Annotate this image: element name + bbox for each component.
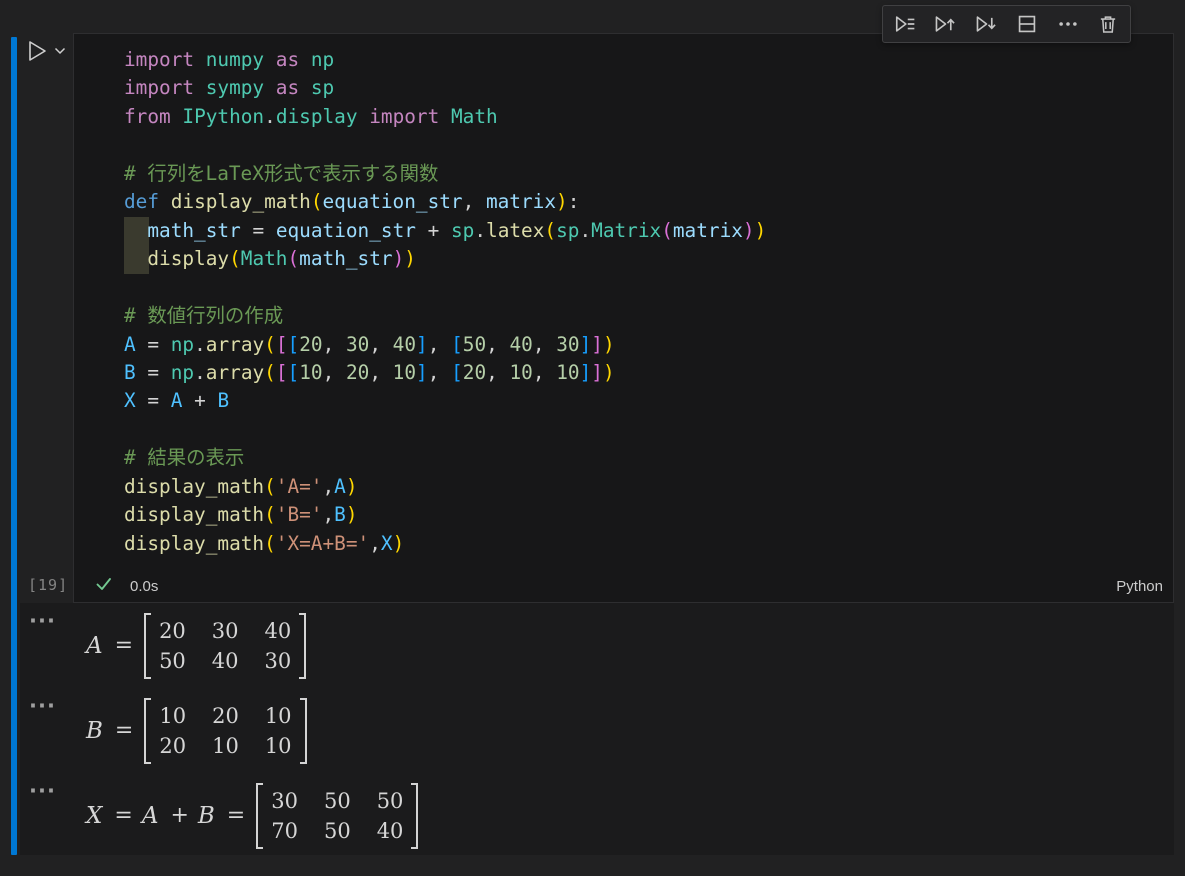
split-cell-button[interactable] — [1011, 9, 1043, 39]
matrix-cell: 50 — [324, 816, 351, 846]
matrix-cell: 40 — [265, 616, 292, 646]
status-left: 0.0s — [95, 576, 158, 597]
output-collapse-button[interactable]: ··· — [29, 696, 56, 716]
execution-count: [19] — [28, 576, 68, 594]
run-by-line-button[interactable] — [889, 9, 921, 39]
matrix-values: 203040504030 — [151, 613, 299, 679]
latex-equation: A=203040504030 — [86, 613, 306, 679]
math-variable: B — [198, 803, 215, 829]
cell-toolbar — [882, 5, 1131, 43]
play-icon — [26, 39, 48, 63]
cell-output: ···X=A+B=305050705040 — [20, 779, 1174, 852]
math-operator: = — [115, 633, 133, 658]
math-operator: = — [114, 803, 132, 828]
more-actions-icon — [1057, 13, 1079, 35]
matrix-cell: 50 — [324, 786, 351, 816]
cell-status-bar: 0.0s Python — [74, 571, 1173, 602]
matrix-cell: 10 — [212, 731, 239, 761]
run-below-icon — [975, 13, 997, 35]
matrix-cell: 40 — [377, 816, 404, 846]
matrix-cell: 10 — [265, 701, 292, 731]
run-above-icon — [934, 13, 956, 35]
code-line: display(Math(math_str)) — [124, 245, 1169, 273]
matrix-cell: 40 — [212, 646, 239, 676]
code-line: display_math('X=A+B=',X) — [124, 530, 1169, 558]
code-line — [124, 131, 1169, 159]
chevron-down-icon[interactable] — [54, 47, 66, 55]
latex-equation: X=A+B=305050705040 — [86, 783, 418, 849]
matrix-cell: 20 — [159, 616, 186, 646]
code-line: from IPython.display import Math — [124, 103, 1169, 131]
matrix-right-bracket — [300, 698, 307, 764]
execute-cell-button[interactable] — [26, 39, 66, 63]
matrix-cell: 50 — [159, 646, 186, 676]
code-line: # 行列をLaTeX形式で表示する関数 — [124, 160, 1169, 188]
notebook-page: import numpy as npimport sympy as spfrom… — [0, 0, 1185, 876]
math-variable: X — [86, 803, 102, 829]
matrix-left-bracket — [144, 698, 151, 764]
matrix-cell: 30 — [265, 646, 292, 676]
cell-output: ···A=203040504030 — [20, 609, 1174, 682]
matrix-cell: 20 — [212, 701, 239, 731]
matrix-cell: 30 — [212, 616, 239, 646]
success-check-icon — [95, 576, 112, 597]
run-above-button[interactable] — [930, 9, 962, 39]
math-operator: + — [170, 803, 188, 828]
matrix: 102010201010 — [144, 698, 306, 764]
code-line: # 数値行列の作成 — [124, 302, 1169, 330]
run-by-line-icon — [894, 13, 916, 35]
matrix-cell: 20 — [159, 731, 186, 761]
output-collapse-button[interactable]: ··· — [29, 781, 56, 801]
code-line: import sympy as sp — [124, 74, 1169, 102]
cell-output: ···B=102010201010 — [20, 694, 1174, 767]
code-line — [124, 416, 1169, 444]
matrix-right-bracket — [299, 613, 306, 679]
code-line: display_math('A=',A) — [124, 473, 1169, 501]
matrix-cell: 50 — [377, 786, 404, 816]
matrix-values: 102010201010 — [151, 698, 299, 764]
output-collapse-button[interactable]: ··· — [29, 611, 56, 631]
split-cell-icon — [1016, 13, 1038, 35]
code-area[interactable]: import numpy as npimport sympy as spfrom… — [124, 46, 1169, 558]
code-line: import numpy as np — [124, 46, 1169, 74]
matrix-right-bracket — [411, 783, 418, 849]
run-below-button[interactable] — [970, 9, 1002, 39]
cell-focus-bar — [11, 37, 17, 855]
code-line: math_str = equation_str + sp.latex(sp.Ma… — [124, 217, 1169, 245]
code-line: B = np.array([[10, 20, 10], [20, 10, 10]… — [124, 359, 1169, 387]
math-variable: B — [86, 718, 103, 744]
math-operator: = — [227, 803, 245, 828]
code-line: # 結果の表示 — [124, 444, 1169, 472]
math-variable: A — [142, 803, 159, 829]
delete-cell-icon — [1097, 13, 1119, 35]
matrix-cell: 10 — [265, 731, 292, 761]
matrix-left-bracket — [256, 783, 263, 849]
language-picker[interactable]: Python — [1116, 578, 1163, 595]
latex-equation: B=102010201010 — [86, 698, 307, 764]
cell-editor: import numpy as npimport sympy as spfrom… — [73, 33, 1174, 603]
matrix: 305050705040 — [256, 783, 418, 849]
math-operator: = — [115, 718, 133, 743]
matrix: 203040504030 — [144, 613, 306, 679]
execution-duration: 0.0s — [130, 578, 158, 595]
delete-cell-button[interactable] — [1092, 9, 1124, 39]
more-actions-button[interactable] — [1052, 9, 1084, 39]
math-variable: A — [86, 633, 103, 659]
code-line: X = A + B — [124, 387, 1169, 415]
matrix-cell: 10 — [159, 701, 186, 731]
matrix-cell: 30 — [271, 786, 298, 816]
matrix-cell: 70 — [271, 816, 298, 846]
matrix-values: 305050705040 — [263, 783, 411, 849]
code-line: A = np.array([[20, 30, 40], [50, 40, 30]… — [124, 331, 1169, 359]
code-line: def display_math(equation_str, matrix): — [124, 188, 1169, 216]
matrix-left-bracket — [144, 613, 151, 679]
code-line: display_math('B=',B) — [124, 501, 1169, 529]
cell-outputs: ···A=203040504030···B=102010201010···X=A… — [20, 603, 1174, 855]
code-line — [124, 274, 1169, 302]
